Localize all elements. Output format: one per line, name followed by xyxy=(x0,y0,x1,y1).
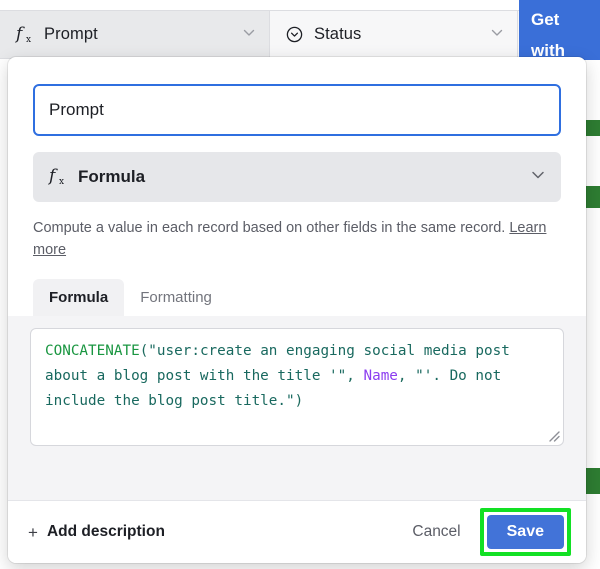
field-editor-panel: fx Formula Compute a value in each recor… xyxy=(8,57,586,563)
grid-column-label-prompt: Prompt xyxy=(44,25,98,43)
field-editor-body: fx Formula Compute a value in each recor… xyxy=(8,57,586,261)
formula-editor-region: CONCATENATE("user:create an engaging soc… xyxy=(8,316,586,500)
background-fleck xyxy=(585,468,600,494)
plus-icon: + xyxy=(28,522,38,542)
formula-token-field: Name xyxy=(363,368,398,384)
background-fleck xyxy=(585,186,600,208)
formula-token-punc: ) xyxy=(294,393,304,409)
save-button-wrapper: Save xyxy=(479,508,571,556)
grid-column-header-status[interactable]: Status xyxy=(270,11,518,58)
formula-fx-icon: fx xyxy=(49,166,65,187)
background-fleck xyxy=(585,120,600,136)
grid-column-header-row: fx Prompt Status xyxy=(0,10,600,59)
add-description-button[interactable]: + Add description xyxy=(28,523,165,541)
formula-code[interactable]: CONCATENATE("user:create an engaging soc… xyxy=(45,339,549,414)
grid-column-header-prompt[interactable]: fx Prompt xyxy=(0,11,270,58)
field-name-input[interactable] xyxy=(33,84,561,136)
promo-banner-line1: Get xyxy=(531,10,560,29)
tab-formula[interactable]: Formula xyxy=(33,279,125,316)
single-select-icon xyxy=(286,26,303,43)
resize-grip-icon[interactable] xyxy=(546,428,560,442)
field-type-select[interactable]: fx Formula xyxy=(33,152,561,202)
promo-banner[interactable]: Get with xyxy=(519,0,600,60)
tab-formatting[interactable]: Formatting xyxy=(124,279,228,316)
field-type-description: Compute a value in each record based on … xyxy=(33,217,553,261)
save-button[interactable]: Save xyxy=(486,515,564,549)
formula-input-box[interactable]: CONCATENATE("user:create an engaging soc… xyxy=(30,328,564,446)
cancel-button[interactable]: Cancel xyxy=(398,515,474,549)
chevron-down-icon[interactable] xyxy=(241,24,257,45)
editor-tabs: Formula Formatting xyxy=(8,279,586,316)
field-editor-footer: + Add description Cancel Save xyxy=(8,500,586,563)
field-type-label: Formula xyxy=(78,167,146,186)
chevron-down-icon[interactable] xyxy=(529,166,547,189)
formula-token-punc: , xyxy=(346,368,364,384)
formula-fx-icon: fx xyxy=(16,23,32,45)
field-type-description-text: Compute a value in each record based on … xyxy=(33,220,506,236)
chevron-down-icon[interactable] xyxy=(489,24,505,45)
grid-column-label-status: Status xyxy=(314,25,362,43)
add-description-label: Add description xyxy=(46,523,165,540)
formula-token-punc: , xyxy=(397,368,416,384)
formula-token-fn: CONCATENATE xyxy=(45,343,140,359)
formula-token-punc: ( xyxy=(139,343,149,359)
